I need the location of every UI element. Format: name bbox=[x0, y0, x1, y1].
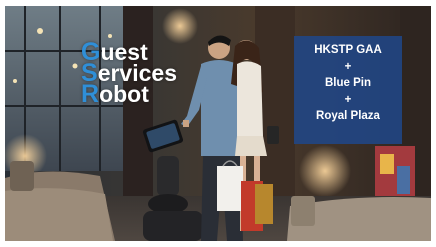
partner-name: HKSTP GAA bbox=[314, 44, 382, 56]
partners-panel: HKSTP GAA + Blue Pin + Royal Plaza bbox=[294, 36, 402, 144]
title-initial: R bbox=[81, 80, 100, 108]
guest-services-robot-title: Guest Services Robot bbox=[81, 40, 177, 107]
title-line-robot: Robot bbox=[81, 81, 177, 107]
partner-name: Royal Plaza bbox=[316, 110, 380, 122]
title-rest: obot bbox=[99, 81, 149, 107]
plus-separator: + bbox=[344, 60, 352, 73]
partner-name: Blue Pin bbox=[324, 77, 371, 89]
plus-separator: + bbox=[344, 93, 352, 106]
partner-list: HKSTP GAA + Blue Pin + Royal Plaza bbox=[294, 42, 402, 125]
video-frame: Guest Services Robot HKSTP GAA + Blue Pi… bbox=[5, 6, 431, 241]
